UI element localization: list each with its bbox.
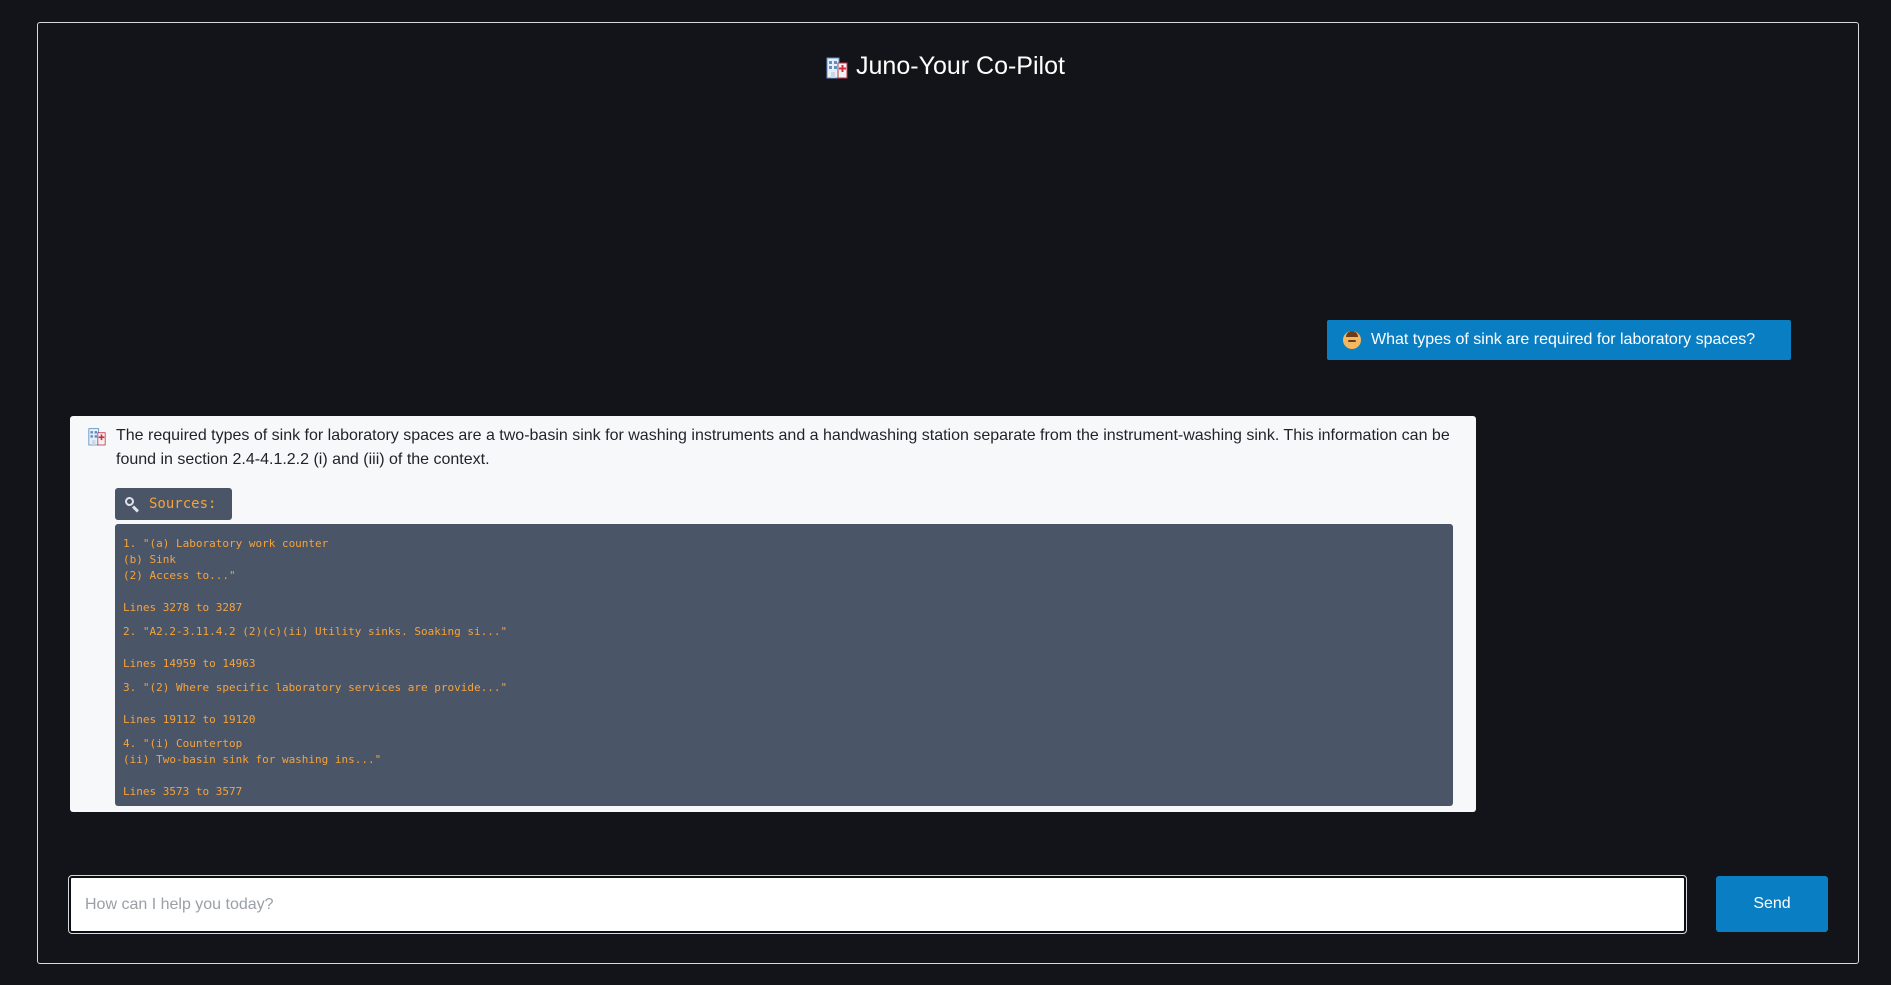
source-excerpt-line: 1. "(a) Laboratory work counter bbox=[123, 537, 329, 550]
source-line-range: Lines 14959 to 14963 bbox=[123, 657, 256, 670]
send-button[interactable]: Send bbox=[1716, 876, 1828, 932]
person-icon bbox=[1343, 331, 1361, 349]
sources-label: Sources: bbox=[149, 496, 217, 512]
source-item: 3. "(2) Where specific laboratory servic… bbox=[123, 680, 1445, 728]
source-line-range: Lines 3278 to 3287 bbox=[123, 601, 243, 614]
source-item: 1. "(a) Laboratory work counter (b) Sink… bbox=[123, 536, 1445, 616]
search-icon bbox=[125, 497, 140, 513]
user-message: What types of sink are required for labo… bbox=[1327, 320, 1791, 360]
source-excerpt-line: 2. "A2.2-3.11.4.2 (2)(c)(ii) Utility sin… bbox=[123, 625, 508, 638]
source-excerpt-line: (2) Access to..." bbox=[123, 569, 236, 582]
source-item: 2. "A2.2-3.11.4.2 (2)(c)(ii) Utility sin… bbox=[123, 624, 1445, 672]
source-excerpt-line: 3. "(2) Where specific laboratory servic… bbox=[123, 681, 508, 694]
app-title: Juno-Your Co-Pilot bbox=[856, 52, 1065, 80]
chat-input-wrapper bbox=[68, 875, 1687, 934]
source-line-range: Lines 19112 to 19120 bbox=[123, 713, 256, 726]
source-excerpt-line: (b) Sink bbox=[123, 553, 176, 566]
user-message-text: What types of sink are required for labo… bbox=[1371, 331, 1756, 348]
sources-list: 1. "(a) Laboratory work counter (b) Sink… bbox=[115, 524, 1453, 806]
app-header: Juno-Your Co-Pilot bbox=[0, 52, 1891, 81]
source-excerpt-line: (ii) Two-basin sink for washing ins..." bbox=[123, 753, 382, 766]
sources-badge: Sources: bbox=[115, 488, 232, 520]
source-item: 4. "(i) Countertop (ii) Two-basin sink f… bbox=[123, 736, 1445, 800]
assistant-message: The required types of sink for laborator… bbox=[70, 416, 1476, 812]
source-excerpt-line: 4. "(i) Countertop bbox=[123, 737, 243, 750]
source-line-range: Lines 3573 to 3577 bbox=[123, 785, 243, 798]
chat-input[interactable] bbox=[71, 878, 1684, 931]
assistant-message-text: The required types of sink for laborator… bbox=[116, 427, 1450, 468]
hospital-icon bbox=[826, 55, 848, 79]
hospital-icon bbox=[88, 426, 106, 451]
